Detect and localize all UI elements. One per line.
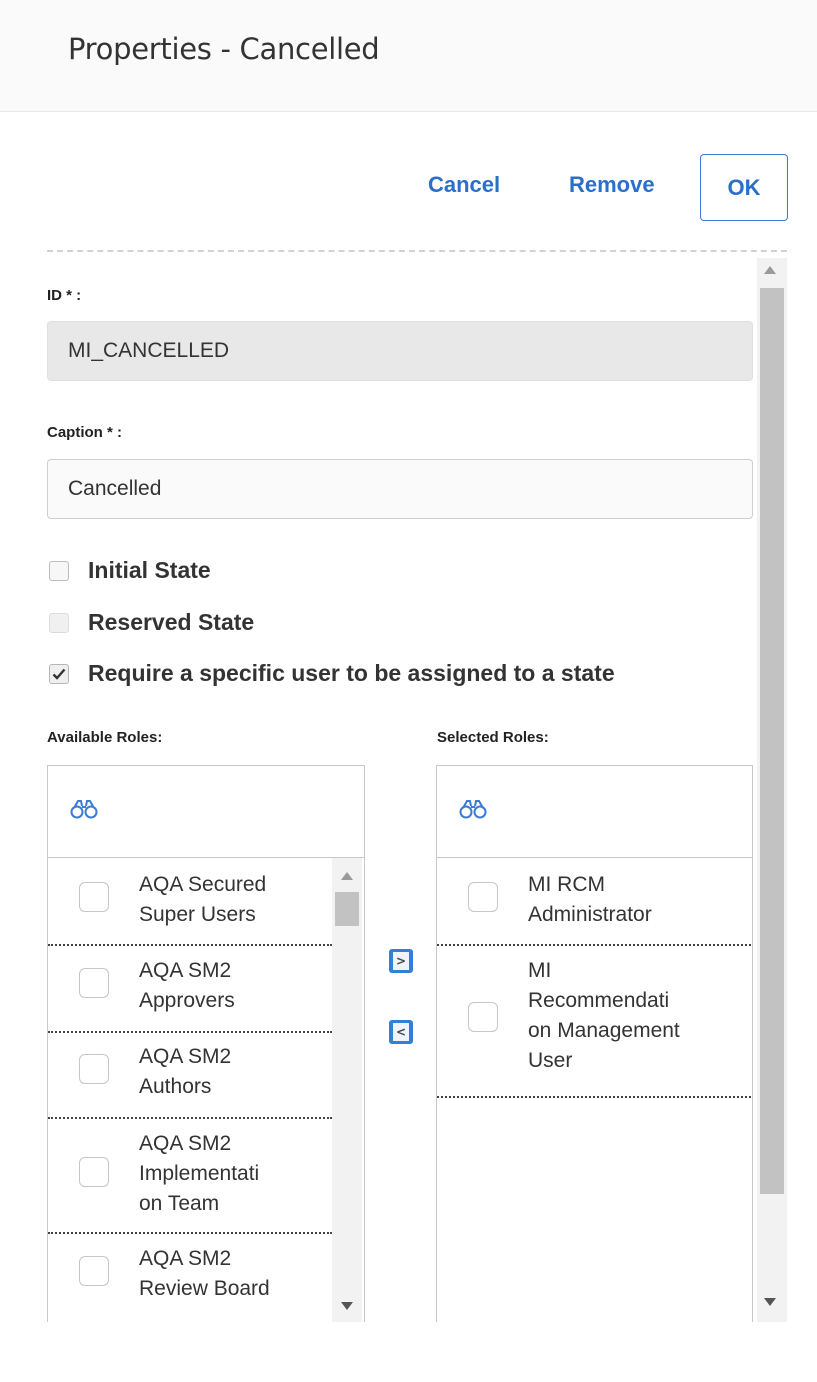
dialog-title: Properties - Cancelled xyxy=(68,32,380,66)
role-separator xyxy=(48,1031,332,1033)
move-to-available-button[interactable]: < xyxy=(389,1020,413,1044)
initial-state-option[interactable]: Initial State xyxy=(49,557,211,584)
role-checkbox[interactable] xyxy=(79,882,109,912)
role-name: AQA SM2 Approvers xyxy=(139,956,299,1016)
role-name-line: MI RCM xyxy=(528,873,605,896)
role-name-line: Administrator xyxy=(528,903,652,926)
available-roles-list[interactable]: AQA Secured Super Users AQA SM2 Approver… xyxy=(47,765,365,1322)
dialog-header: Properties - Cancelled xyxy=(0,0,817,112)
role-checkbox[interactable] xyxy=(79,1256,109,1286)
remove-button[interactable]: Remove xyxy=(569,172,655,198)
require-user-checkbox[interactable] xyxy=(49,663,69,684)
available-roles-scrollbar[interactable] xyxy=(332,858,362,1322)
role-separator xyxy=(48,1117,332,1119)
role-separator xyxy=(437,1096,751,1098)
selected-roles-list[interactable]: MI RCM Administrator MI Recommendati on … xyxy=(436,765,753,1322)
role-checkbox[interactable] xyxy=(79,1054,109,1084)
scroll-up-icon[interactable] xyxy=(764,266,776,274)
role-checkbox[interactable] xyxy=(79,968,109,998)
require-user-label: Require a specific user to be assigned t… xyxy=(88,660,615,686)
initial-state-label: Initial State xyxy=(88,557,211,583)
role-checkbox[interactable] xyxy=(468,1002,498,1032)
reserved-state-label: Reserved State xyxy=(88,609,255,635)
role-name-line: AQA SM2 xyxy=(139,1045,232,1068)
list-scroll-up-icon[interactable] xyxy=(341,872,353,880)
binoculars-icon[interactable] xyxy=(70,798,98,820)
role-name-line: MI xyxy=(528,959,552,982)
role-name-line: AQA Secured xyxy=(139,873,267,896)
role-separator xyxy=(437,944,751,946)
scroll-down-icon[interactable] xyxy=(764,1298,776,1306)
reserved-state-checkbox xyxy=(49,612,69,633)
role-name-line: on Team xyxy=(139,1192,220,1215)
role-name-line: Authors xyxy=(139,1075,212,1098)
role-name: AQA Secured Super Users xyxy=(139,870,299,930)
role-name: AQA SM2 Implementati on Team xyxy=(139,1129,299,1219)
dialog-scrollbar-thumb[interactable] xyxy=(760,288,784,1194)
role-checkbox[interactable] xyxy=(468,882,498,912)
role-separator xyxy=(48,944,332,946)
role-name: MI Recommendati on Management User xyxy=(528,956,728,1076)
role-name-line: AQA SM2 xyxy=(139,959,232,982)
role-name: AQA SM2 Review Board xyxy=(139,1244,299,1304)
role-name-line: Super Users xyxy=(139,903,256,926)
available-roles-scrollbar-thumb[interactable] xyxy=(335,892,359,926)
role-name-line: Approvers xyxy=(139,989,235,1012)
role-separator xyxy=(48,1232,332,1234)
require-user-option[interactable]: Require a specific user to be assigned t… xyxy=(49,660,615,687)
toolbar-divider xyxy=(47,250,787,252)
role-name-line: Recommendati xyxy=(528,989,670,1012)
role-checkbox[interactable] xyxy=(79,1157,109,1187)
available-roles-search[interactable] xyxy=(48,766,364,858)
chevron-left-icon: < xyxy=(393,1023,409,1041)
role-name: MI RCM Administrator xyxy=(528,870,728,930)
list-scroll-down-icon[interactable] xyxy=(341,1302,353,1310)
checkmark-icon xyxy=(52,668,66,680)
role-name-line: on Management xyxy=(528,1019,680,1042)
id-label: ID * : xyxy=(47,287,82,304)
role-name-line: Review Board xyxy=(139,1277,270,1300)
binoculars-icon[interactable] xyxy=(459,798,487,820)
initial-state-checkbox[interactable] xyxy=(49,560,69,581)
available-roles-label: Available Roles: xyxy=(47,729,163,746)
role-name: AQA SM2 Authors xyxy=(139,1042,299,1102)
caption-label: Caption * : xyxy=(47,424,122,441)
ok-button[interactable]: OK xyxy=(700,154,788,221)
role-name-line: User xyxy=(528,1049,573,1072)
id-field: MI_CANCELLED xyxy=(47,321,753,381)
role-name-line: Implementati xyxy=(139,1162,260,1185)
chevron-right-icon: > xyxy=(393,952,409,970)
role-name-line: AQA SM2 xyxy=(139,1247,232,1270)
caption-field[interactable]: Cancelled xyxy=(47,459,753,519)
selected-roles-label: Selected Roles: xyxy=(437,729,549,746)
reserved-state-option: Reserved State xyxy=(49,609,254,636)
cancel-button[interactable]: Cancel xyxy=(428,172,500,198)
move-to-selected-button[interactable]: > xyxy=(389,949,413,973)
role-name-line: AQA SM2 xyxy=(139,1132,232,1155)
selected-roles-search[interactable] xyxy=(437,766,752,858)
